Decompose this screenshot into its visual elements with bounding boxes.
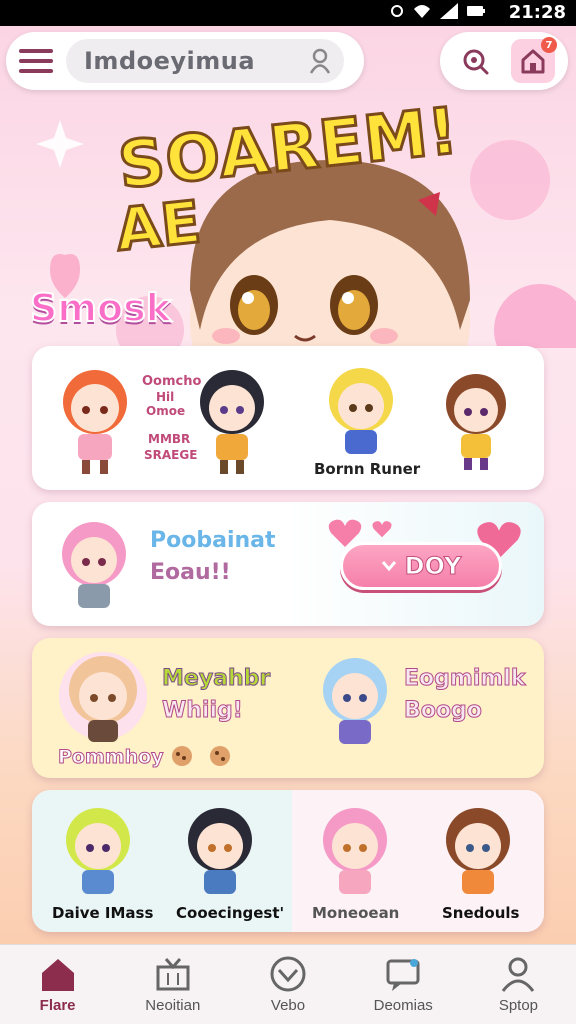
chibi-blue-hair-image <box>323 658 387 744</box>
day-button-label: DOY <box>404 552 462 581</box>
bottom-nav: Flare Neoitian Vebo Deomias Sptop <box>0 944 576 1024</box>
check-circle-icon <box>270 956 306 992</box>
chevron-down-icon <box>381 561 396 572</box>
hero-banner: SOAREM! AE Smosk <box>0 100 576 348</box>
tv-icon <box>156 958 190 991</box>
wifi-icon <box>414 5 430 18</box>
nav-item-flare[interactable]: Flare <box>0 945 115 1024</box>
day-button[interactable]: DOY <box>340 542 502 590</box>
nav-item-neoitian[interactable]: Neoitian <box>115 945 230 1024</box>
chibi-black-hair-image <box>200 370 264 474</box>
profile-icon <box>502 957 535 992</box>
action-pill: 7 <box>440 32 568 90</box>
search-button[interactable] <box>453 39 497 83</box>
card3-line1: Meyahbr <box>161 666 271 692</box>
card3-line3: Eogmimlk <box>403 666 526 692</box>
menu-button[interactable] <box>6 32 66 90</box>
character-card-4[interactable]: Daive IMass Cooecingest' Moneoean Snedou… <box>32 790 544 932</box>
search-field[interactable]: Imdoeyimua <box>66 39 344 83</box>
search-pill: Imdoeyimua <box>6 32 364 90</box>
nav-item-deomias[interactable]: Deomias <box>346 945 461 1024</box>
nav-label: Sptop <box>498 997 539 1014</box>
cookie-icon-2 <box>210 746 230 766</box>
card4-name-4: Snedouls <box>442 904 520 922</box>
search-icon <box>463 49 489 75</box>
person-search-icon <box>309 48 331 74</box>
house-icon <box>41 959 74 991</box>
character-card-1[interactable]: Oomcho Hil Omoe MMBR SRAEGE Bornn Runer <box>32 346 544 490</box>
chibi-black-hair-2-image <box>188 808 252 894</box>
card1-text-b: Hil <box>156 390 175 404</box>
character-card-2[interactable]: Poobainat Eoau!! DOY <box>32 502 544 626</box>
house-icon <box>521 49 545 74</box>
battery-icon <box>467 6 485 16</box>
notification-badge: 7 <box>541 37 557 53</box>
card1-text-d: MMBR <box>148 432 191 446</box>
character-card-3[interactable]: Meyahbr Whiig! Eogmimlk Boogo Pommhoy <box>32 638 544 778</box>
card4-name-3: Moneoean <box>312 904 400 922</box>
card4-name-1: Daive IMass <box>52 904 154 922</box>
chibi-blonde-image <box>329 368 393 454</box>
hamburger-icon <box>19 49 53 73</box>
search-text: Imdoeyimua <box>84 47 256 75</box>
signal-icon <box>440 3 458 19</box>
top-bar: Imdoeyimua 7 <box>0 26 576 100</box>
chat-icon <box>386 959 420 991</box>
small-heart-icon <box>372 521 392 538</box>
status-icons <box>390 3 486 19</box>
chibi-brown-hair-2-image <box>446 808 510 894</box>
chibi-red-hair-image <box>63 370 127 474</box>
hero-subtitle: AE <box>111 186 205 265</box>
status-bar: 21:28 <box>0 0 576 26</box>
card3-line2: Whiig! <box>162 698 244 724</box>
section-label: Smosk <box>29 285 172 331</box>
card3-line4: Boogo <box>404 698 483 724</box>
chibi-pink-hair-image <box>62 522 126 608</box>
nav-label: Deomias <box>373 997 433 1014</box>
chibi-green-hair-image <box>66 808 130 894</box>
card4-name-2: Cooecingest' <box>176 904 285 922</box>
nav-label: Neoitian <box>145 997 201 1014</box>
chibi-brown-hair-image <box>446 374 506 470</box>
chibi-pink-hair-2-image <box>323 808 387 894</box>
nav-label: Flare <box>39 997 76 1014</box>
card1-text-c: Omoe <box>146 404 186 418</box>
nav-label: Vebo <box>270 997 306 1014</box>
sync-icon <box>391 5 403 17</box>
card1-caption: Bornn Runer <box>314 460 421 478</box>
nav-item-sptop[interactable]: Sptop <box>461 945 576 1024</box>
cookie-icon <box>172 746 192 766</box>
card3-caption: Pommhoy <box>58 746 165 769</box>
nav-item-vebo[interactable]: Vebo <box>230 945 345 1024</box>
card2-line1: Poobainat <box>150 528 276 553</box>
status-time: 21:28 <box>508 2 566 23</box>
home-button[interactable]: 7 <box>511 37 557 83</box>
card2-line2: Eoau!! <box>150 560 231 585</box>
chibi-peach-hair-image <box>59 652 147 742</box>
